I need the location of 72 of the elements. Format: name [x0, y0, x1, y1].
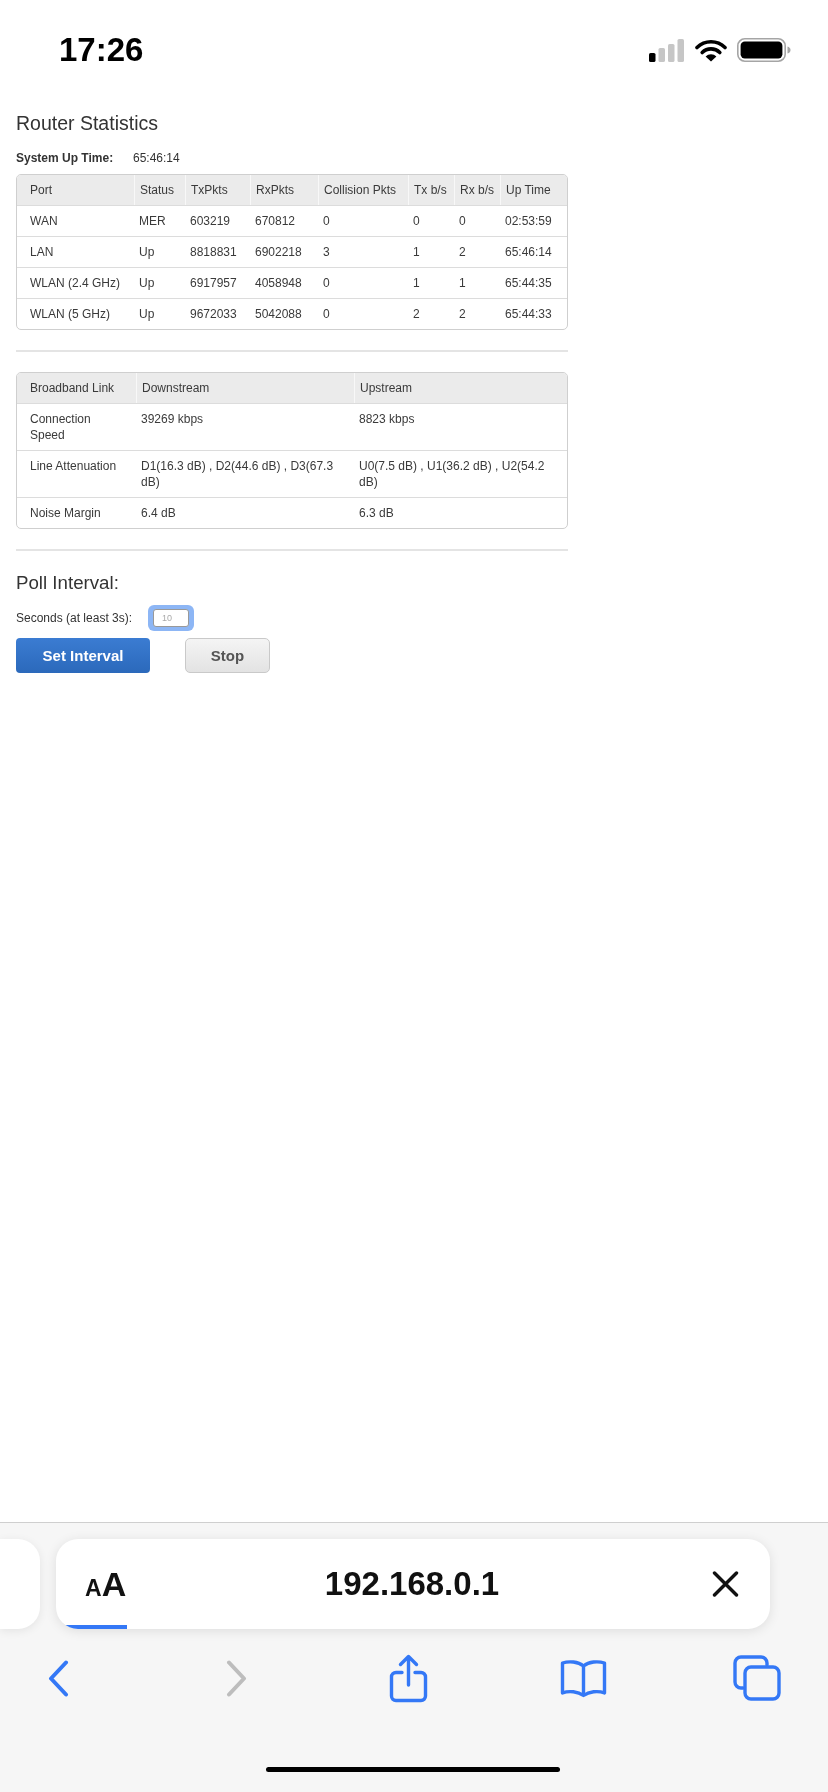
table-cell-text: 2: [458, 244, 467, 261]
column-header: Up Time: [500, 175, 567, 205]
table-cell-text: Noise Margin: [29, 505, 102, 522]
table-cell-text: 8818831: [189, 244, 238, 261]
table-cell-text: 1: [458, 275, 467, 292]
wifi-icon: [695, 38, 727, 62]
column-header: Upstream: [354, 373, 567, 403]
table-cell-text: 0: [322, 213, 331, 230]
table-cell-text: 4058948: [254, 275, 303, 292]
table-cell-text: Up: [138, 244, 156, 261]
table-cell-text: 02:53:59: [504, 213, 553, 230]
table-cell-text: 1: [412, 275, 421, 292]
share-icon[interactable]: [388, 1653, 428, 1703]
table-cell-text: 6.3 dB: [358, 505, 395, 522]
table-cell-text: U0(7.5 dB) , U1(36.2 dB) , U2(54.2 dB): [358, 458, 546, 491]
column-header: Status: [134, 175, 185, 205]
table-cell-text: D1(16.3 dB) , D2(44.6 dB) , D3(67.3 dB): [140, 458, 335, 491]
table-cell-text: 2: [458, 306, 467, 323]
address-bar[interactable]: AA 192.168.0.1: [56, 1539, 770, 1629]
table-cell-text: 39269 kbps: [140, 411, 205, 428]
table-cell-text: 5042088: [254, 306, 303, 323]
table-cell-text: 0: [458, 213, 467, 230]
text-size-button[interactable]: AA: [85, 1567, 127, 1601]
table-cell-text: 1: [412, 244, 421, 261]
table-cell-text: 3: [322, 244, 331, 261]
column-header: Downstream: [136, 373, 354, 403]
table-cell-text: Up: [138, 306, 156, 323]
table-cell-text: 9672033: [189, 306, 238, 323]
table-cell-text: 603219: [189, 213, 232, 230]
chevron-left-icon[interactable]: [46, 1659, 70, 1697]
column-header: Rx b/s: [454, 175, 500, 205]
table-cell-text: 6.4 dB: [140, 505, 177, 522]
table-cell-text: Connection Speed: [29, 411, 92, 444]
set-interval-button[interactable]: Set Interval: [16, 638, 150, 673]
table-cell-text: WLAN (2.4 GHz): [29, 275, 121, 292]
column-header: Broadband Link: [29, 380, 116, 397]
table-cell-text: 0: [322, 275, 331, 292]
url-text[interactable]: 192.168.0.1: [324, 1565, 500, 1603]
seconds-label: Seconds (at least 3s):: [16, 610, 133, 626]
overlapping-squares-icon[interactable]: [733, 1655, 781, 1701]
battery-icon: [737, 38, 791, 62]
table-cell-text: 0: [322, 306, 331, 323]
section-title: Poll Interval:: [16, 571, 120, 595]
stop-button[interactable]: Stop: [185, 638, 270, 673]
status-time: 17:26: [59, 32, 144, 68]
seconds-field[interactable]: 10: [148, 605, 195, 631]
table-cell-text: 0: [412, 213, 421, 230]
table-cell-text: 2: [412, 306, 421, 323]
table-cell-text: 670812: [254, 213, 297, 230]
close-icon[interactable]: [712, 1571, 739, 1597]
table-cell-text: WAN: [29, 213, 59, 230]
table-cell-text: 6902218: [254, 244, 303, 261]
table-cell-text: Line Attenuation: [29, 458, 118, 475]
table-cell-text: 65:44:33: [504, 306, 553, 323]
table-cell-text: 6917957: [189, 275, 238, 292]
page-title: Router Statistics: [16, 111, 159, 135]
column-header: Tx b/s: [408, 175, 454, 205]
column-header: Port: [29, 182, 53, 199]
uptime-label: System Up Time:: [16, 150, 115, 166]
column-header: RxPkts: [250, 175, 318, 205]
table-cell-text: Up: [138, 275, 156, 292]
table-cell-text: WLAN (5 GHz): [29, 306, 111, 323]
column-header: Collision Pkts: [318, 175, 408, 205]
table-cell-text: LAN: [29, 244, 55, 261]
table-cell-text: 65:44:35: [504, 275, 553, 292]
signal-icon: [649, 38, 685, 62]
table-cell-text: 65:46:14: [504, 244, 553, 261]
uptime-value: 65:46:14: [133, 150, 180, 166]
book-icon[interactable]: [558, 1658, 608, 1698]
column-header: TxPkts: [185, 175, 250, 205]
table-cell-text: 8823 kbps: [358, 411, 416, 428]
table-cell-text: MER: [138, 213, 167, 230]
